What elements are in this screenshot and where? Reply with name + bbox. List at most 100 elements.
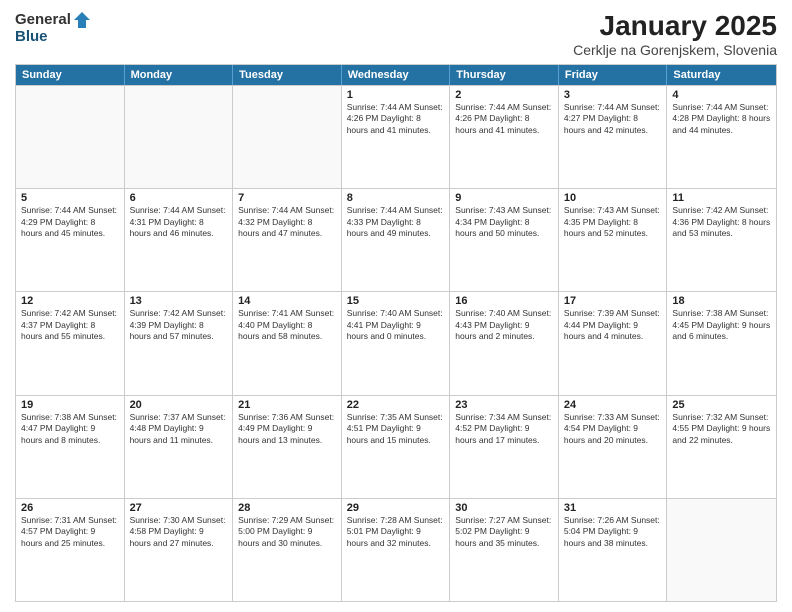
day-info: Sunrise: 7:43 AM Sunset: 4:34 PM Dayligh… xyxy=(455,205,553,239)
logo-general: General xyxy=(15,11,71,28)
day-number: 25 xyxy=(672,399,771,411)
header-day-wednesday: Wednesday xyxy=(342,65,451,85)
day-number: 31 xyxy=(564,502,662,514)
calendar-day-empty xyxy=(233,86,342,188)
title-area: January 2025 Cerklje na Gorenjskem, Slov… xyxy=(573,10,777,58)
calendar-day-6: 6Sunrise: 7:44 AM Sunset: 4:31 PM Daylig… xyxy=(125,189,234,291)
calendar-day-12: 12Sunrise: 7:42 AM Sunset: 4:37 PM Dayli… xyxy=(16,292,125,394)
calendar-day-11: 11Sunrise: 7:42 AM Sunset: 4:36 PM Dayli… xyxy=(667,189,776,291)
day-info: Sunrise: 7:44 AM Sunset: 4:27 PM Dayligh… xyxy=(564,102,662,136)
day-number: 4 xyxy=(672,89,771,101)
day-info: Sunrise: 7:42 AM Sunset: 4:37 PM Dayligh… xyxy=(21,308,119,342)
day-info: Sunrise: 7:36 AM Sunset: 4:49 PM Dayligh… xyxy=(238,412,336,446)
calendar-day-2: 2Sunrise: 7:44 AM Sunset: 4:26 PM Daylig… xyxy=(450,86,559,188)
day-number: 22 xyxy=(347,399,445,411)
day-number: 24 xyxy=(564,399,662,411)
day-info: Sunrise: 7:34 AM Sunset: 4:52 PM Dayligh… xyxy=(455,412,553,446)
day-info: Sunrise: 7:40 AM Sunset: 4:43 PM Dayligh… xyxy=(455,308,553,342)
header-day-monday: Monday xyxy=(125,65,234,85)
calendar-day-empty xyxy=(16,86,125,188)
day-number: 18 xyxy=(672,295,771,307)
calendar-day-22: 22Sunrise: 7:35 AM Sunset: 4:51 PM Dayli… xyxy=(342,396,451,498)
day-info: Sunrise: 7:44 AM Sunset: 4:31 PM Dayligh… xyxy=(130,205,228,239)
calendar-day-14: 14Sunrise: 7:41 AM Sunset: 4:40 PM Dayli… xyxy=(233,292,342,394)
header-day-saturday: Saturday xyxy=(667,65,776,85)
logo-blue: Blue xyxy=(15,28,48,45)
calendar-day-7: 7Sunrise: 7:44 AM Sunset: 4:32 PM Daylig… xyxy=(233,189,342,291)
day-info: Sunrise: 7:38 AM Sunset: 4:45 PM Dayligh… xyxy=(672,308,771,342)
day-number: 19 xyxy=(21,399,119,411)
calendar-day-31: 31Sunrise: 7:26 AM Sunset: 5:04 PM Dayli… xyxy=(559,499,668,601)
calendar-day-empty xyxy=(125,86,234,188)
day-number: 12 xyxy=(21,295,119,307)
day-info: Sunrise: 7:31 AM Sunset: 4:57 PM Dayligh… xyxy=(21,515,119,549)
calendar-day-25: 25Sunrise: 7:32 AM Sunset: 4:55 PM Dayli… xyxy=(667,396,776,498)
calendar-day-16: 16Sunrise: 7:40 AM Sunset: 4:43 PM Dayli… xyxy=(450,292,559,394)
day-info: Sunrise: 7:39 AM Sunset: 4:44 PM Dayligh… xyxy=(564,308,662,342)
month-title: January 2025 xyxy=(573,10,777,42)
page: General Blue January 2025 Cerklje na Gor… xyxy=(0,0,792,612)
calendar-day-13: 13Sunrise: 7:42 AM Sunset: 4:39 PM Dayli… xyxy=(125,292,234,394)
day-info: Sunrise: 7:27 AM Sunset: 5:02 PM Dayligh… xyxy=(455,515,553,549)
day-info: Sunrise: 7:40 AM Sunset: 4:41 PM Dayligh… xyxy=(347,308,445,342)
calendar-day-20: 20Sunrise: 7:37 AM Sunset: 4:48 PM Dayli… xyxy=(125,396,234,498)
day-number: 3 xyxy=(564,89,662,101)
calendar-header: SundayMondayTuesdayWednesdayThursdayFrid… xyxy=(16,65,776,85)
day-info: Sunrise: 7:29 AM Sunset: 5:00 PM Dayligh… xyxy=(238,515,336,549)
header-day-tuesday: Tuesday xyxy=(233,65,342,85)
day-info: Sunrise: 7:44 AM Sunset: 4:26 PM Dayligh… xyxy=(455,102,553,136)
calendar-day-1: 1Sunrise: 7:44 AM Sunset: 4:26 PM Daylig… xyxy=(342,86,451,188)
day-info: Sunrise: 7:44 AM Sunset: 4:28 PM Dayligh… xyxy=(672,102,771,136)
calendar-day-9: 9Sunrise: 7:43 AM Sunset: 4:34 PM Daylig… xyxy=(450,189,559,291)
calendar-day-23: 23Sunrise: 7:34 AM Sunset: 4:52 PM Dayli… xyxy=(450,396,559,498)
day-number: 8 xyxy=(347,192,445,204)
day-number: 14 xyxy=(238,295,336,307)
calendar-day-17: 17Sunrise: 7:39 AM Sunset: 4:44 PM Dayli… xyxy=(559,292,668,394)
day-number: 13 xyxy=(130,295,228,307)
day-info: Sunrise: 7:42 AM Sunset: 4:36 PM Dayligh… xyxy=(672,205,771,239)
day-number: 7 xyxy=(238,192,336,204)
calendar-week-3: 12Sunrise: 7:42 AM Sunset: 4:37 PM Dayli… xyxy=(16,291,776,394)
day-number: 11 xyxy=(672,192,771,204)
logo: General Blue xyxy=(15,10,92,46)
day-number: 17 xyxy=(564,295,662,307)
calendar-day-10: 10Sunrise: 7:43 AM Sunset: 4:35 PM Dayli… xyxy=(559,189,668,291)
calendar-day-24: 24Sunrise: 7:33 AM Sunset: 4:54 PM Dayli… xyxy=(559,396,668,498)
day-info: Sunrise: 7:28 AM Sunset: 5:01 PM Dayligh… xyxy=(347,515,445,549)
day-info: Sunrise: 7:41 AM Sunset: 4:40 PM Dayligh… xyxy=(238,308,336,342)
header-day-sunday: Sunday xyxy=(16,65,125,85)
calendar-day-26: 26Sunrise: 7:31 AM Sunset: 4:57 PM Dayli… xyxy=(16,499,125,601)
calendar-week-2: 5Sunrise: 7:44 AM Sunset: 4:29 PM Daylig… xyxy=(16,188,776,291)
day-number: 9 xyxy=(455,192,553,204)
calendar-day-18: 18Sunrise: 7:38 AM Sunset: 4:45 PM Dayli… xyxy=(667,292,776,394)
calendar-day-empty xyxy=(667,499,776,601)
calendar-week-4: 19Sunrise: 7:38 AM Sunset: 4:47 PM Dayli… xyxy=(16,395,776,498)
day-number: 1 xyxy=(347,89,445,101)
day-info: Sunrise: 7:42 AM Sunset: 4:39 PM Dayligh… xyxy=(130,308,228,342)
header-day-friday: Friday xyxy=(559,65,668,85)
day-number: 28 xyxy=(238,502,336,514)
header-day-thursday: Thursday xyxy=(450,65,559,85)
calendar-day-30: 30Sunrise: 7:27 AM Sunset: 5:02 PM Dayli… xyxy=(450,499,559,601)
day-info: Sunrise: 7:43 AM Sunset: 4:35 PM Dayligh… xyxy=(564,205,662,239)
day-info: Sunrise: 7:44 AM Sunset: 4:26 PM Dayligh… xyxy=(347,102,445,136)
day-info: Sunrise: 7:44 AM Sunset: 4:32 PM Dayligh… xyxy=(238,205,336,239)
day-number: 5 xyxy=(21,192,119,204)
day-number: 15 xyxy=(347,295,445,307)
day-info: Sunrise: 7:32 AM Sunset: 4:55 PM Dayligh… xyxy=(672,412,771,446)
calendar: SundayMondayTuesdayWednesdayThursdayFrid… xyxy=(15,64,777,602)
day-number: 6 xyxy=(130,192,228,204)
day-number: 26 xyxy=(21,502,119,514)
day-info: Sunrise: 7:33 AM Sunset: 4:54 PM Dayligh… xyxy=(564,412,662,446)
day-number: 16 xyxy=(455,295,553,307)
day-info: Sunrise: 7:44 AM Sunset: 4:33 PM Dayligh… xyxy=(347,205,445,239)
calendar-day-28: 28Sunrise: 7:29 AM Sunset: 5:00 PM Dayli… xyxy=(233,499,342,601)
calendar-day-19: 19Sunrise: 7:38 AM Sunset: 4:47 PM Dayli… xyxy=(16,396,125,498)
calendar-day-27: 27Sunrise: 7:30 AM Sunset: 4:58 PM Dayli… xyxy=(125,499,234,601)
day-info: Sunrise: 7:26 AM Sunset: 5:04 PM Dayligh… xyxy=(564,515,662,549)
calendar-day-15: 15Sunrise: 7:40 AM Sunset: 4:41 PM Dayli… xyxy=(342,292,451,394)
calendar-day-3: 3Sunrise: 7:44 AM Sunset: 4:27 PM Daylig… xyxy=(559,86,668,188)
day-number: 20 xyxy=(130,399,228,411)
calendar-week-1: 1Sunrise: 7:44 AM Sunset: 4:26 PM Daylig… xyxy=(16,85,776,188)
calendar-day-4: 4Sunrise: 7:44 AM Sunset: 4:28 PM Daylig… xyxy=(667,86,776,188)
